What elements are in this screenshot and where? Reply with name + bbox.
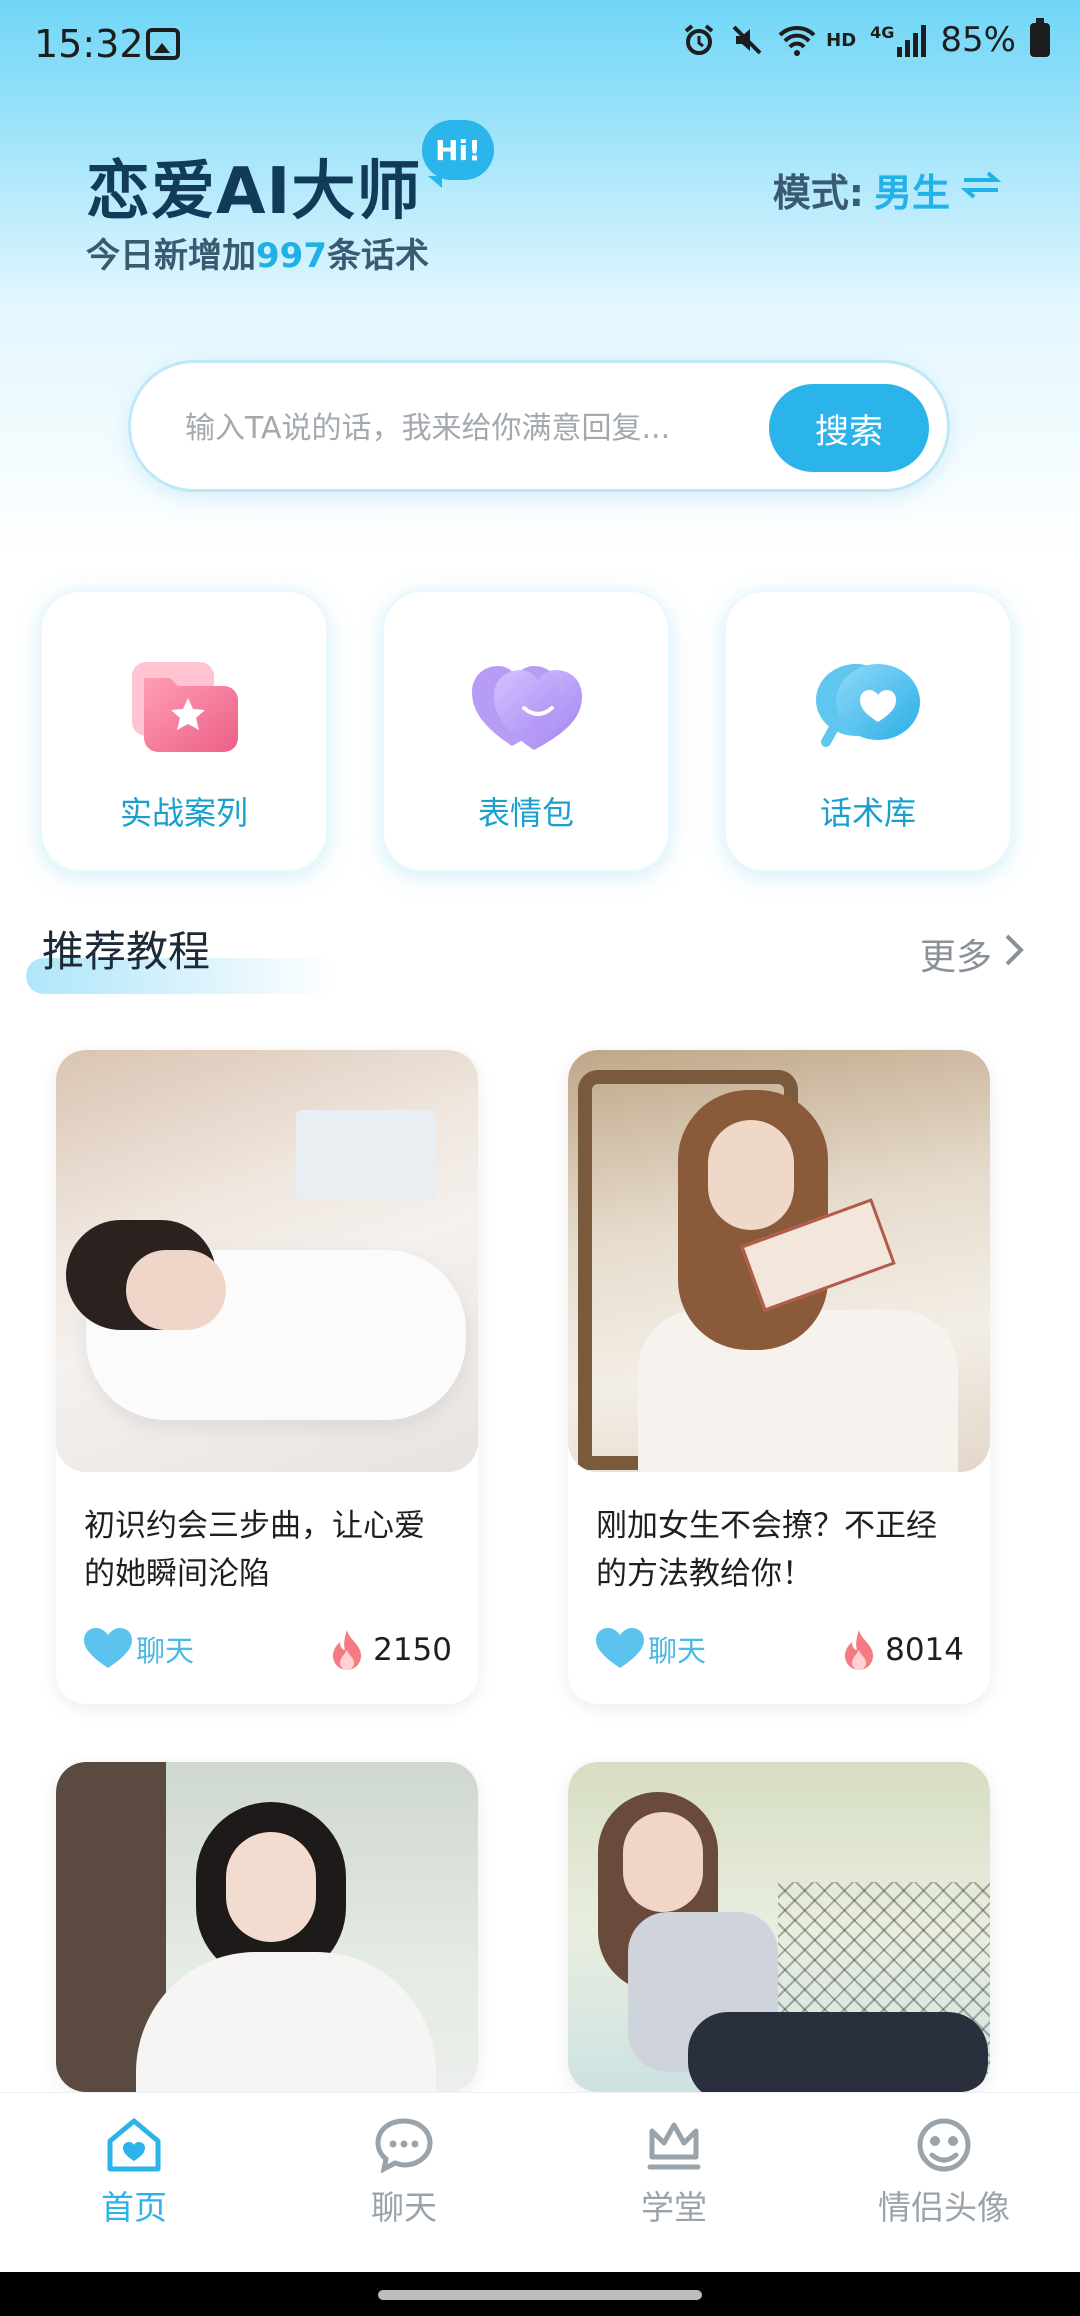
section-title: 推荐教程 (42, 927, 211, 976)
nav-label-chat: 聊天 (371, 2188, 437, 2227)
status-icons: HD 4G 85% (682, 18, 1050, 60)
alarm-icon (682, 23, 716, 57)
status-time: 15:32 (34, 22, 144, 66)
nav-home[interactable]: 首页 (34, 2117, 234, 2247)
feature-label-stickers: 表情包 (477, 794, 574, 832)
bottom-nav: 首页 聊天 学堂 情侣头像 (0, 2092, 1080, 2272)
heart-icon (84, 1628, 132, 1668)
mode-label: 模式: (772, 171, 864, 215)
nav-chat[interactable]: 聊天 (304, 2117, 504, 2247)
daily-new-count: 今日新增加997条话术 (86, 228, 429, 277)
article-chat-label: 聊天 (136, 1634, 195, 1668)
mode-value: 男生 (873, 171, 950, 215)
feature-label-phrases: 话术库 (819, 794, 916, 832)
article-photo (56, 1762, 478, 2092)
flame-icon (845, 1630, 874, 1670)
search-input[interactable] (185, 403, 745, 453)
battery-icon (1030, 18, 1050, 57)
article-heat-count: 2150 (373, 1632, 452, 1668)
article-photo (56, 1050, 478, 1472)
wifi-icon (778, 23, 816, 57)
status-bar: 15:32 HD 4G 85% (0, 0, 1080, 92)
more-label: 更多 (919, 937, 992, 978)
nav-label-home: 首页 (101, 2188, 167, 2227)
hd-indicator: HD (826, 29, 857, 51)
article-card[interactable]: 初识约会三步曲，让心爱的她瞬间沦陷 聊天 2150 (56, 1050, 478, 1704)
mute-icon (730, 23, 764, 57)
more-link[interactable]: 更多 (920, 928, 1024, 980)
hi-badge: Hi! (422, 120, 494, 188)
hearts-icon (472, 654, 584, 758)
home-heart-icon (107, 2118, 161, 2172)
folder-star-icon (130, 654, 242, 758)
chat-bubble-icon (375, 2118, 433, 2173)
avatar-face-icon (917, 2118, 971, 2172)
article-heat-count: 8014 (885, 1632, 964, 1668)
article-card[interactable]: 刚加女生不会撩？不正经的方法教给你！ 聊天 8014 (568, 1050, 990, 1704)
flame-icon (333, 1630, 362, 1670)
battery-percent: 85% (940, 20, 1016, 60)
feature-card-stickers[interactable]: 表情包 (382, 590, 670, 872)
search-bar: 搜索 (128, 360, 950, 492)
article-chat[interactable]: 聊天 (596, 1628, 706, 1670)
mode-switch[interactable]: 模式: 男生 (773, 162, 1002, 217)
article-title: 初识约会三步曲，让心爱的她瞬间沦陷 (84, 1508, 425, 1592)
article-photo (568, 1762, 990, 2092)
article-heat: 8014 (841, 1628, 964, 1672)
nav-academy[interactable]: 学堂 (574, 2117, 774, 2247)
subtitle-suffix: 条话术 (326, 236, 429, 276)
article-chat[interactable]: 聊天 (84, 1628, 194, 1670)
subtitle-prefix: 今日新增加 (86, 236, 256, 276)
nav-label-couple-avatar: 情侣头像 (878, 2188, 1010, 2227)
search-button[interactable]: 搜索 (769, 384, 929, 472)
article-photo (568, 1050, 990, 1472)
home-gesture-bar[interactable] (378, 2290, 702, 2300)
subtitle-count: 997 (256, 236, 327, 276)
network-type: 4G (870, 23, 895, 42)
heart-icon (596, 1628, 644, 1668)
article-heat: 2150 (329, 1628, 452, 1672)
gallery-notification-icon (146, 28, 180, 60)
nav-label-academy: 学堂 (641, 2188, 707, 2227)
feature-cards: 实战案列 表情包 话术库 (40, 590, 1040, 872)
cell-signal-icon: 4G (870, 23, 927, 57)
feature-label-cases: 实战案列 (119, 794, 248, 832)
chat-heart-icon (814, 654, 926, 758)
crown-icon (647, 2122, 701, 2170)
swap-arrows-icon (960, 168, 1002, 211)
article-chat-label: 聊天 (648, 1634, 707, 1668)
chevron-right-icon (1004, 933, 1024, 976)
article-card[interactable] (56, 1762, 478, 2092)
nav-couple-avatar[interactable]: 情侣头像 (844, 2117, 1044, 2247)
feature-card-phrases[interactable]: 话术库 (724, 590, 1012, 872)
app-title: 恋爱AI大师 (86, 155, 422, 229)
article-title: 刚加女生不会撩？不正经的方法教给你！ (596, 1508, 937, 1592)
feature-card-cases[interactable]: 实战案列 (40, 590, 328, 872)
article-card[interactable] (568, 1762, 990, 2092)
